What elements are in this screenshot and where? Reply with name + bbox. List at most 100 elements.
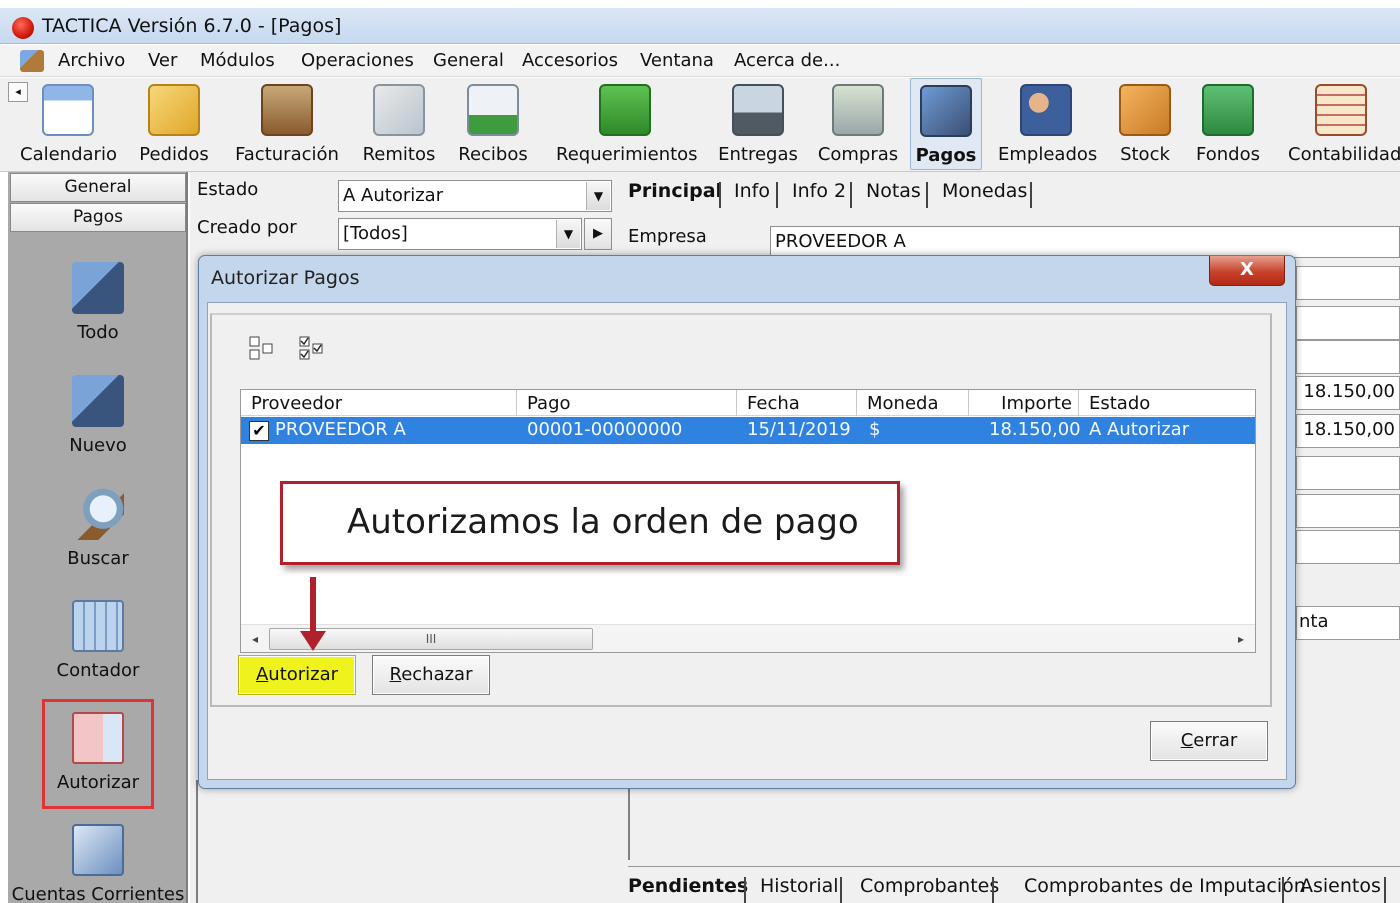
detail-tabs: Principal Info Info 2 Notas Monedas [628,180,1048,210]
tab-separator [926,182,928,208]
sidebar-item-label: Nuevo [69,435,127,456]
folder-all-icon [72,262,124,314]
toolbar-entregas-button[interactable]: Entregas [716,78,800,170]
cell-proveedor: PROVEEDOR A [275,419,406,440]
sidebar-item-cuentas-corrientes[interactable]: Cuentas Corrientes [8,824,188,903]
menu-acerca[interactable]: Acerca de... [734,50,840,71]
requirements-icon [599,84,651,136]
toolbar-empleados-button[interactable]: Empleados [998,78,1098,170]
cerrar-button[interactable]: Cerrar [1150,721,1268,761]
toolbar-calendario-button[interactable]: Calendario [20,78,117,170]
abacus-icon [1315,84,1367,136]
toolbar-facturacion-button[interactable]: Facturación [232,78,342,170]
tab-comprobantes[interactable]: Comprobantes [860,875,999,897]
rechazar-button[interactable]: Rechazar [372,655,490,695]
right-field[interactable] [1296,306,1400,340]
tab-asientos[interactable]: Asientos [1300,875,1381,897]
next-arrow-button[interactable]: ▶ [584,218,612,250]
chevron-down-icon[interactable]: ▼ [586,182,610,210]
sidebar-header-pagos[interactable]: Pagos [10,203,186,232]
accounts-icon [72,824,124,876]
sidebar-item-todo[interactable]: Todo [8,262,188,370]
tab-historial[interactable]: Historial [760,875,839,897]
toolbar-label: Facturación [235,144,339,165]
toolbar-label: Entregas [718,144,798,165]
sidebar-item-label: Todo [77,322,119,343]
column-header-importe[interactable]: Importe [969,390,1079,416]
sidebar-item-buscar[interactable]: Buscar [8,488,188,596]
billing-icon [261,84,313,136]
deselect-all-icon[interactable] [248,335,274,363]
select-all-icon[interactable] [298,335,324,363]
cell-estado: A Autorizar [1089,419,1190,440]
close-icon[interactable]: X [1209,256,1285,286]
empresa-label: Empresa [628,226,707,247]
tab-info[interactable]: Info [734,180,770,202]
creado-por-combo[interactable]: [Todos] ▼ [338,218,582,250]
total-field-2[interactable]: 18.150,00 [1296,414,1400,448]
app-logo-icon [12,17,34,39]
menu-ver[interactable]: Ver [148,50,177,71]
folder-new-icon [72,375,124,427]
tab-separator [840,877,842,903]
tab-monedas[interactable]: Monedas [942,180,1027,202]
toolbar-recibos-button[interactable]: Recibos [452,78,534,170]
toolbar-label: Contabilidad [1288,144,1400,165]
cell-fecha: 15/11/2019 [747,419,851,440]
horizontal-scrollbar[interactable]: ◂ III ▸ [241,624,1255,652]
toolbar-contabilidad-button[interactable]: Contabilidad [1288,78,1400,170]
scroll-left-icon[interactable]: ◂ [245,629,265,649]
toolbar-pedidos-button[interactable]: Pedidos [132,78,216,170]
toolbar-requerimientos-button[interactable]: Requerimientos [556,78,698,170]
tab-separator [776,182,778,208]
sidebar-header-general[interactable]: General [10,173,186,202]
box-icon [1119,84,1171,136]
right-field[interactable] [1296,456,1400,490]
empresa-field[interactable]: PROVEEDOR A [770,226,1400,258]
menu-general[interactable]: General [433,50,504,71]
callout-text: Autorizamos la orden de pago [347,502,859,542]
autorizar-pagos-dialog: Autorizar Pagos X Proveedor Pago Fecha M… [198,255,1296,789]
bottom-tabs: Pendientes Historial Comprobantes Compro… [628,866,1400,903]
autorizar-button[interactable]: Autorizar [238,655,356,695]
scroll-right-icon[interactable]: ▸ [1231,629,1251,649]
menu-ventana[interactable]: Ventana [640,50,714,71]
toolbar-label: Empleados [998,144,1098,165]
sidebar-item-nuevo[interactable]: Nuevo [8,375,188,483]
tab-principal[interactable]: Principal [628,180,722,202]
right-field[interactable] [1296,266,1400,300]
toolbar-stock-button[interactable]: Stock [1110,78,1180,170]
sidebar-item-contador[interactable]: Contador [8,600,188,708]
total-field[interactable]: 18.150,00 [1296,376,1400,410]
toolbar-fondos-button[interactable]: Fondos [1192,78,1264,170]
truck-icon [732,84,784,136]
column-header-pago[interactable]: Pago [517,390,737,416]
column-header-proveedor[interactable]: Proveedor [241,390,517,416]
toolbar-compras-button[interactable]: Compras [816,78,900,170]
tab-comprobantes-imputacion[interactable]: Comprobantes de Imputación [1024,875,1306,897]
right-field[interactable] [1296,340,1400,374]
tab-info-2[interactable]: Info 2 [792,180,846,202]
chevron-down-icon[interactable]: ▼ [556,220,580,248]
tab-separator [1384,877,1386,903]
menu-archivo[interactable]: Archivo [58,50,125,71]
dialog-body: Proveedor Pago Fecha Moneda Importe Esta… [207,302,1287,780]
menu-accesorios[interactable]: Accesorios [522,50,618,71]
app-menu-icon[interactable] [20,50,44,72]
table-row[interactable]: ✔ PROVEEDOR A 00001-00000000 15/11/2019 … [241,417,1255,444]
right-field[interactable] [1296,530,1400,564]
tab-notas[interactable]: Notas [866,180,921,202]
tab-pendientes[interactable]: Pendientes [628,875,748,897]
estado-value: A Autorizar [343,185,444,206]
column-header-estado[interactable]: Estado [1079,390,1255,416]
toolbar-pagos-button[interactable]: Pagos [910,78,982,170]
column-header-moneda[interactable]: Moneda [857,390,969,416]
row-checkbox[interactable]: ✔ [249,421,269,441]
menu-operaciones[interactable]: Operaciones [301,50,414,71]
column-header-fecha[interactable]: Fecha [737,390,857,416]
right-field[interactable] [1296,494,1400,528]
toolbar-remitos-button[interactable]: Remitos [360,78,438,170]
menu-modulos[interactable]: Módulos [200,50,275,71]
estado-combo[interactable]: A Autorizar ▼ [338,180,612,212]
tab-separator [1030,182,1032,208]
